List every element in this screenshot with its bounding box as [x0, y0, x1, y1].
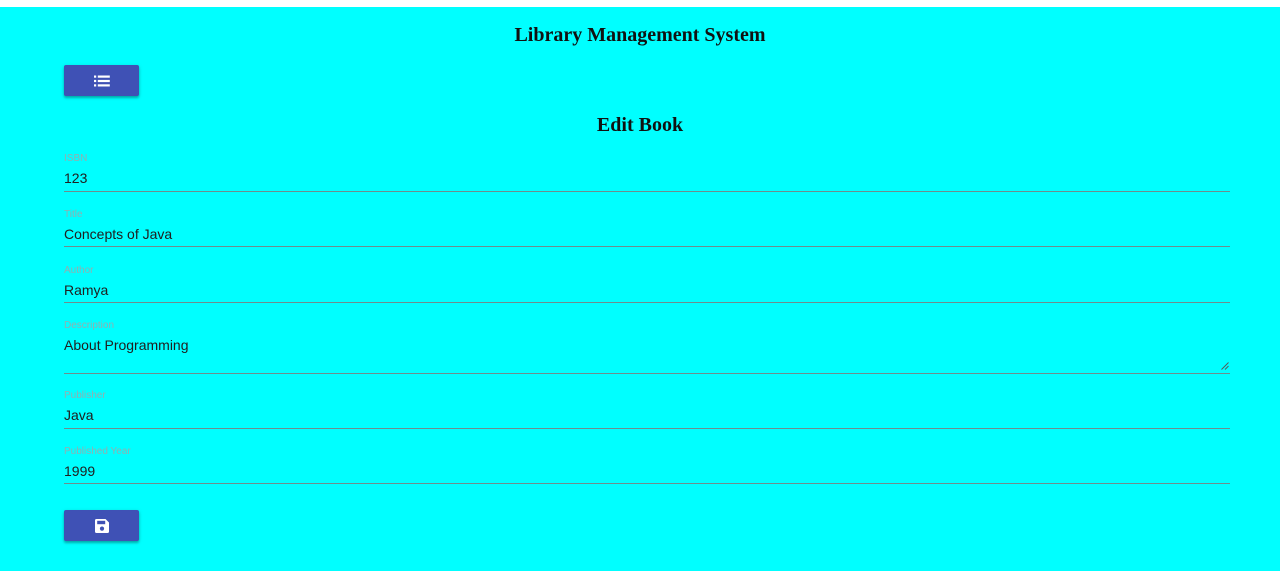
description-label: Description	[64, 320, 115, 331]
list-icon	[93, 75, 110, 86]
isbn-label: ISBN	[64, 153, 88, 164]
save-button[interactable]	[64, 510, 139, 541]
page: Library Management System Edit Book ISBN…	[0, 7, 1280, 571]
book-list-button[interactable]	[64, 65, 139, 96]
publisher-label: Publisher	[64, 390, 106, 401]
title-label: Title	[64, 209, 83, 220]
save-icon	[94, 518, 109, 533]
publisher-field[interactable]: Publisher Java	[64, 390, 1230, 429]
isbn-field[interactable]: ISBN 123	[64, 153, 1230, 192]
publisher-input[interactable]: Java	[64, 407, 94, 423]
app-title: Library Management System	[514, 24, 766, 46]
published-year-input[interactable]: 1999	[64, 463, 95, 479]
author-input[interactable]: Ramya	[64, 282, 108, 298]
isbn-input[interactable]: 123	[64, 170, 87, 186]
description-textarea[interactable]: About Programming	[64, 337, 189, 353]
author-label: Author	[64, 265, 94, 276]
resize-handle-icon[interactable]	[1221, 362, 1229, 370]
published-year-field[interactable]: Published Year 1999	[64, 446, 1230, 484]
author-field[interactable]: Author Ramya	[64, 265, 1230, 303]
description-field[interactable]: Description About Programming	[64, 320, 1230, 374]
published-year-label: Published Year	[64, 446, 131, 457]
title-field[interactable]: Title Concepts of Java	[64, 209, 1230, 247]
title-input[interactable]: Concepts of Java	[64, 226, 172, 242]
form-heading: Edit Book	[596, 114, 684, 136]
